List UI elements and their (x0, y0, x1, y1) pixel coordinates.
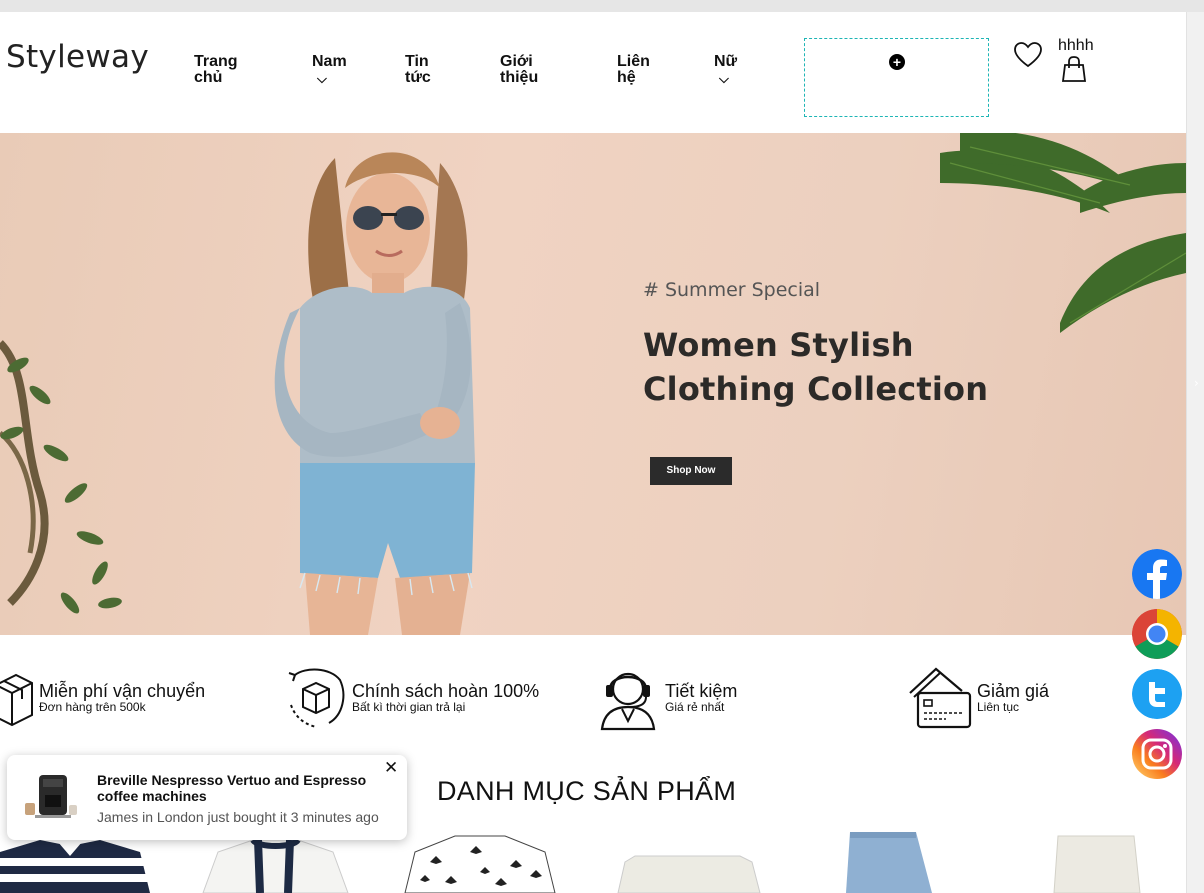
nav-tin-tuc[interactable]: Tin tức (405, 54, 450, 86)
product-thumbnail[interactable] (1048, 832, 1148, 893)
product-thumbnail[interactable] (198, 832, 358, 893)
shopping-bag-icon[interactable] (1061, 55, 1087, 83)
feature-subtitle: Đơn hàng trên 500k (39, 700, 146, 714)
hero-headline-line1: Women Stylish (643, 326, 914, 364)
close-icon[interactable]: ✕ (384, 758, 398, 778)
chevron-down-icon: ⌵ (317, 72, 327, 87)
page: Styleway Trang chủ Nam ⌵ Tin tức Giới thi… (0, 12, 1198, 893)
recent-purchase-popup[interactable]: Breville Nespresso Vertuo and Espresso c… (7, 755, 407, 840)
user-label[interactable]: hhhh (1058, 37, 1094, 55)
chrome-icon[interactable] (1132, 609, 1182, 659)
chevron-right-icon[interactable]: › (1194, 376, 1199, 390)
product-image (25, 775, 77, 818)
brand-logo[interactable]: Styleway (6, 39, 149, 75)
section-title: DANH MỤC SẢN PHẨM (437, 776, 737, 806)
instagram-icon[interactable] (1132, 729, 1182, 779)
feature-subtitle: Liên tục (977, 700, 1020, 714)
nav-label: Trang chủ (194, 53, 238, 86)
nav-label: Giới thiệu (500, 53, 539, 86)
hero-headline: Women Stylish Clothing Collection (643, 323, 988, 411)
nav-lien-he[interactable]: Liên hệ (617, 54, 667, 86)
hero-headline-line2: Clothing Collection (643, 370, 989, 408)
heart-icon[interactable] (1013, 41, 1043, 69)
twitter-icon[interactable] (1132, 669, 1182, 719)
feature-subtitle: Giá rẻ nhất (665, 700, 725, 714)
nav-nu[interactable]: Nữ ⌵ (714, 54, 754, 88)
nav-nam[interactable]: Nam ⌵ (312, 54, 362, 88)
support-agent-icon (600, 672, 656, 731)
nav-label: Nữ (714, 53, 738, 70)
credit-card-icon (909, 667, 972, 729)
popup-title: Breville Nespresso Vertuo and Espresso c… (97, 772, 367, 804)
product-thumbnail[interactable] (400, 832, 560, 893)
scrollbar-gutter[interactable] (1186, 12, 1204, 893)
feature-title: Giảm giá (977, 681, 1050, 701)
feature-subtitle: Bất kì thời gian trả lại (352, 700, 466, 714)
facebook-icon[interactable] (1132, 549, 1182, 599)
hero-banner: # Summer Special Women Stylish Clothing … (0, 133, 1186, 635)
popup-subtitle: James in London just bought it 3 minutes… (97, 809, 379, 825)
search-box[interactable]: + (804, 38, 989, 117)
feature-title: Chính sách hoàn 100% (352, 681, 540, 701)
return-box-icon (288, 668, 345, 728)
chevron-down-icon: ⌵ (719, 72, 729, 87)
nav-trang-chu[interactable]: Trang chủ (194, 54, 264, 86)
product-thumbnail[interactable] (836, 832, 946, 893)
hero-tag: # Summer Special (643, 279, 821, 301)
product-thumbnail[interactable] (0, 832, 160, 893)
box-icon (0, 673, 33, 727)
hero-image (0, 133, 1186, 635)
feature-title: Tiết kiệm (665, 681, 738, 701)
nav-label: Tin tức (405, 53, 431, 86)
product-thumbnail[interactable] (610, 832, 770, 893)
nav-label: Liên hệ (617, 53, 650, 86)
browser-top-strip (0, 0, 1204, 12)
feature-title: Miễn phí vận chuyển (39, 681, 206, 701)
shop-now-button[interactable]: Shop Now (650, 457, 732, 485)
nav-gioi-thieu[interactable]: Giới thiệu (500, 54, 560, 86)
nav-label: Nam (312, 53, 347, 70)
add-circle-icon[interactable]: + (889, 54, 905, 70)
